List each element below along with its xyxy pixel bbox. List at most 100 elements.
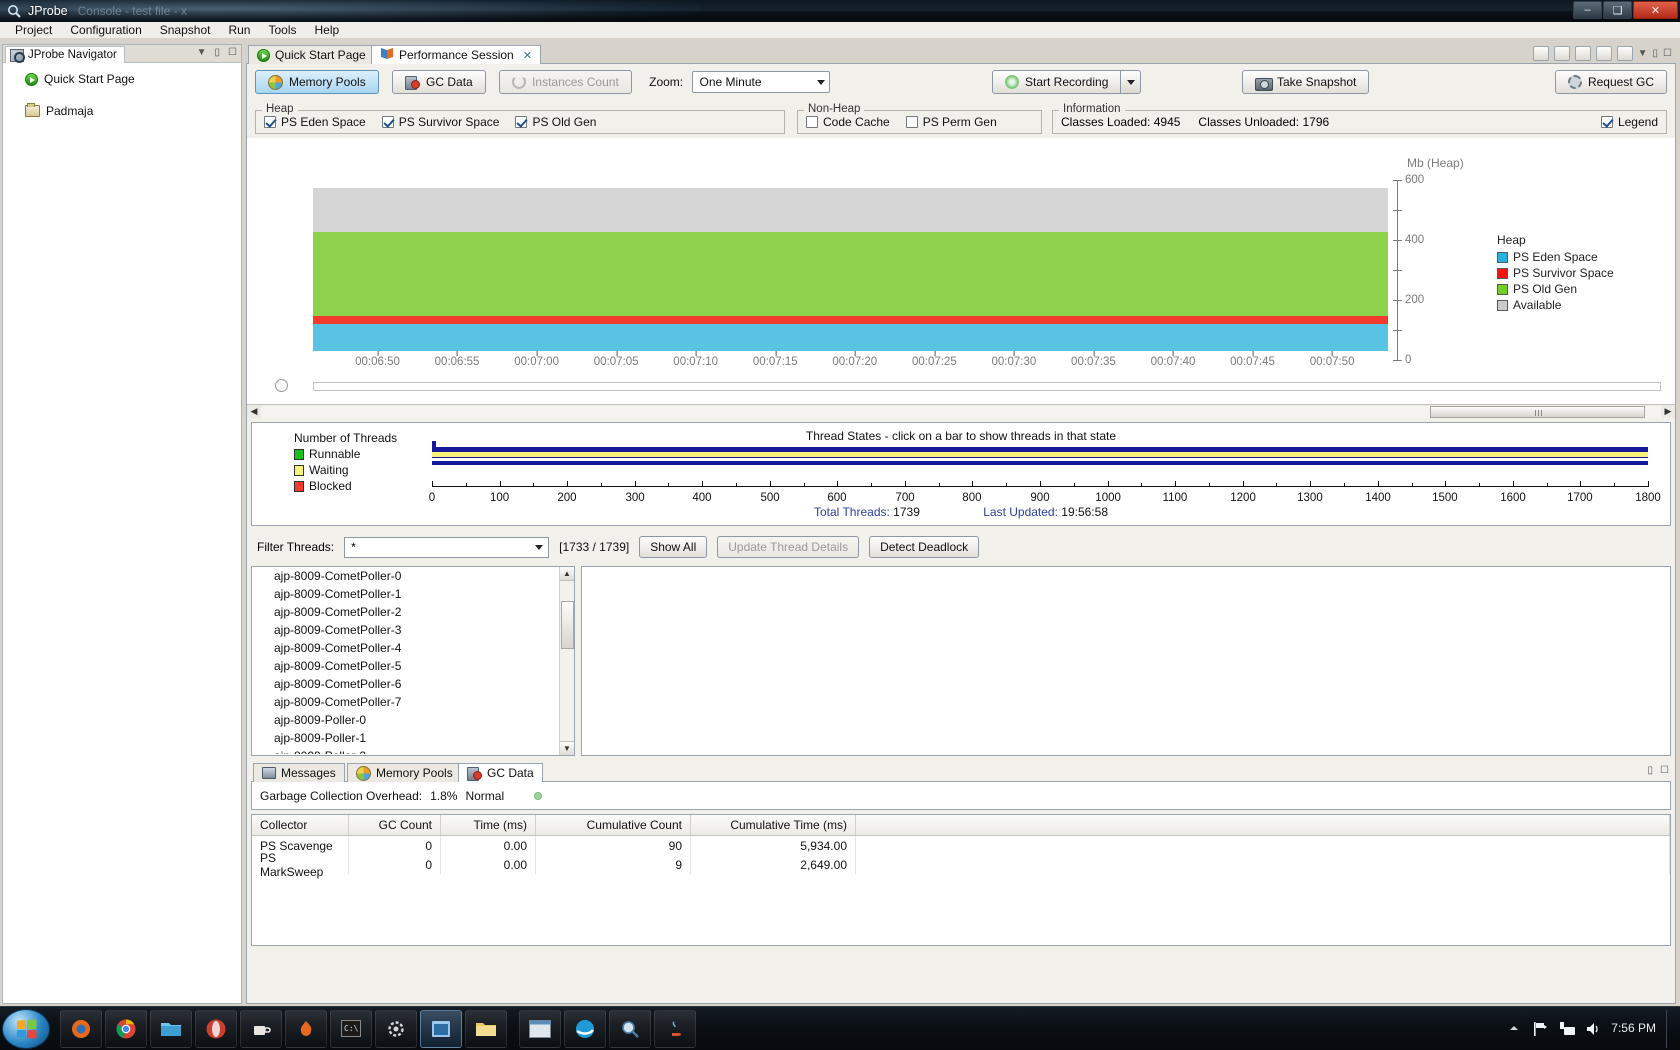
menu-configuration[interactable]: Configuration — [61, 22, 150, 39]
sidebar-item-padmaja[interactable]: Padmaja — [3, 101, 241, 121]
list-item[interactable]: ajp-8009-Poller-0 — [252, 711, 574, 729]
view-menu-icon[interactable]: ▼ — [197, 47, 207, 58]
taskbar-coffee-icon[interactable] — [240, 1009, 282, 1048]
list-item[interactable]: ajp-8009-CometPoller-0 — [252, 567, 574, 585]
list-item[interactable]: ajp-8009-Poller-1 — [252, 729, 574, 747]
column-header-collector[interactable]: Collector — [252, 815, 349, 835]
request-gc-button[interactable]: Request GC — [1554, 70, 1667, 94]
taskbar-window-icon[interactable] — [519, 1009, 561, 1048]
minimize-view-icon[interactable]: ▯ — [215, 47, 221, 58]
taskbar-settings-icon[interactable] — [375, 1009, 417, 1048]
maximize-view-icon[interactable]: ☐ — [1663, 48, 1672, 59]
scroll-up-icon[interactable]: ▲ — [560, 567, 574, 581]
minimize-button[interactable]: – — [1573, 1, 1602, 19]
checkbox-ps-survivor-space[interactable]: PS Survivor Space — [381, 115, 499, 129]
help-icon[interactable] — [1616, 46, 1633, 61]
take-snapshot-button[interactable]: Take Snapshot — [1242, 70, 1370, 94]
print-icon[interactable] — [1574, 46, 1591, 61]
taskbar-ie-icon[interactable] — [564, 1009, 606, 1048]
start-button[interactable] — [2, 1008, 50, 1049]
gc-data-button[interactable]: GC Data — [392, 70, 486, 94]
save-icon[interactable] — [1553, 46, 1570, 61]
minimize-view-icon[interactable]: ▯ — [1653, 48, 1659, 59]
taskbar-chrome-icon[interactable] — [105, 1009, 147, 1048]
taskbar-opera-icon[interactable] — [195, 1009, 237, 1048]
taskbar-clock[interactable]: 7:56 PM — [1611, 1021, 1656, 1036]
start-recording-button[interactable]: Start Recording — [992, 70, 1122, 94]
close-button[interactable]: ✕ — [1633, 1, 1678, 19]
maximize-view-icon[interactable]: ☐ — [228, 47, 237, 58]
menu-run[interactable]: Run — [219, 22, 259, 39]
tab-quick-start-page[interactable]: Quick Start Page — [248, 45, 375, 64]
menu-snapshot[interactable]: Snapshot — [151, 22, 220, 39]
taskbar-flame-icon[interactable] — [285, 1009, 327, 1048]
checkbox-ps-eden-space[interactable]: PS Eden Space — [264, 115, 366, 129]
detect-deadlock-button[interactable]: Detect Deadlock — [869, 536, 980, 558]
scroll-down-icon[interactable]: ▼ — [560, 741, 574, 755]
tab-gc-data[interactable]: GC Data — [458, 763, 543, 782]
taskbar-folder-icon[interactable] — [465, 1009, 507, 1048]
menu-tools[interactable]: Tools — [259, 22, 305, 39]
list-item[interactable]: ajp-8009-CometPoller-2 — [252, 603, 574, 621]
filter-threads-input[interactable]: * — [344, 536, 550, 558]
thread-states-bars[interactable]: 0 100 200 300 400 500 600 700 800 900 10… — [429, 441, 1661, 504]
timeline-knob[interactable] — [275, 379, 288, 392]
scroll-right-icon[interactable]: ▶ — [1661, 406, 1675, 417]
settings-icon[interactable] — [1595, 46, 1612, 61]
list-item[interactable]: ajp-8009-CometPoller-4 — [252, 639, 574, 657]
memory-pools-chart[interactable]: 600 400 200 0 Mb (Heap) 00:06:50 00:06:5… — [247, 138, 1675, 418]
list-item[interactable]: ajp-8009-CometPoller-6 — [252, 675, 574, 693]
show-all-button[interactable]: Show All — [639, 536, 708, 558]
list-item[interactable]: ajp-8009-CometPoller-5 — [252, 657, 574, 675]
memory-pools-button[interactable]: Memory Pools — [255, 70, 379, 94]
table-row[interactable]: PS Scavenge 0 0.00 90 5,934.00 — [252, 836, 1670, 855]
tray-expand-icon[interactable] — [1507, 1022, 1523, 1036]
scrollbar-thumb[interactable] — [1430, 405, 1645, 418]
waiting-bar[interactable] — [432, 451, 1648, 458]
column-header-cumulative-time[interactable]: Cumulative Time (ms) — [691, 815, 856, 835]
table-row[interactable]: PS MarkSweep 0 0.00 9 2,649.00 — [252, 851, 1670, 879]
checkbox-legend[interactable]: Legend — [1600, 115, 1658, 129]
taskbar-terminal-icon[interactable]: C:\ — [330, 1009, 372, 1048]
thread-name-list[interactable]: ajp-8009-CometPoller-0 ajp-8009-CometPol… — [251, 566, 575, 756]
taskbar-magnifier-icon[interactable] — [609, 1009, 651, 1048]
tab-performance-session[interactable]: Performance Session ✕ — [371, 45, 541, 64]
maximize-view-icon[interactable]: ☐ — [1660, 765, 1669, 776]
menu-project[interactable]: Project — [6, 22, 61, 39]
list-item[interactable]: ajp-8009-CometPoller-1 — [252, 585, 574, 603]
minimize-view-icon[interactable]: ▯ — [1648, 765, 1654, 776]
tab-messages[interactable]: Messages — [253, 763, 345, 782]
checkbox-ps-old-gen[interactable]: PS Old Gen — [515, 115, 596, 129]
column-header-gc-count[interactable]: GC Count — [349, 815, 441, 835]
column-header-cumulative-count[interactable]: Cumulative Count — [536, 815, 691, 835]
list-item[interactable]: ajp-8009-CometPoller-3 — [252, 621, 574, 639]
scrollbar-thumb[interactable] — [561, 601, 574, 649]
action-center-flag-icon[interactable] — [1533, 1021, 1549, 1036]
thread-details-panel[interactable] — [581, 566, 1671, 756]
network-icon[interactable] — [1559, 1021, 1576, 1036]
list-item[interactable]: ajp-8009-CometPoller-7 — [252, 693, 574, 711]
taskbar-jprobe-icon[interactable] — [420, 1009, 462, 1048]
timeline-track[interactable] — [313, 382, 1661, 391]
volume-icon[interactable] — [1585, 1022, 1601, 1036]
view-menu-icon[interactable]: ▼ — [1638, 48, 1648, 59]
close-icon[interactable]: ✕ — [523, 49, 532, 62]
column-header-time[interactable]: Time (ms) — [441, 815, 536, 835]
scroll-left-icon[interactable]: ◀ — [247, 406, 261, 417]
checkbox-ps-perm-gen[interactable]: PS Perm Gen — [905, 115, 997, 129]
taskbar-firefox-icon[interactable] — [60, 1009, 102, 1048]
chart-timeline-scroll[interactable] — [247, 378, 1675, 396]
thread-list-scrollbar[interactable]: ▲ ▼ — [559, 567, 574, 755]
scrollbar-track[interactable] — [261, 405, 1661, 418]
tab-memory-pools[interactable]: Memory Pools — [347, 763, 462, 782]
taskbar-explorer-icon[interactable] — [150, 1009, 192, 1048]
chart-horizontal-scrollbar[interactable]: ◀ ▶ — [247, 404, 1675, 418]
show-desktop-button[interactable] — [1666, 1009, 1674, 1048]
open-file-icon[interactable] — [1532, 46, 1549, 61]
tab-jprobe-navigator[interactable]: JProbe Navigator — [5, 46, 125, 63]
sidebar-item-quick-start-page[interactable]: Quick Start Page — [3, 69, 241, 89]
taskbar-java-icon[interactable] — [654, 1009, 696, 1048]
checkbox-code-cache[interactable]: Code Cache — [806, 115, 890, 129]
start-recording-dropdown[interactable] — [1121, 70, 1142, 94]
list-item[interactable]: ajp-8009-Poller-2 — [252, 747, 574, 754]
